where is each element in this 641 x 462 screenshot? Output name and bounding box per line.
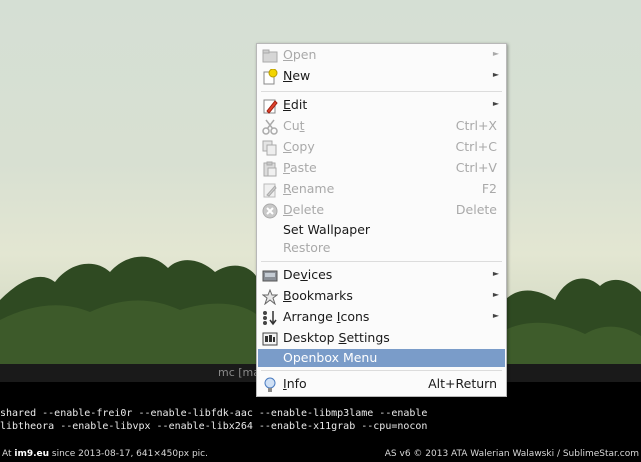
menu-item-label: Info (283, 376, 307, 391)
menu-item-shortcut: Alt+Return (428, 376, 497, 391)
watermark-footer: At im9.eu since 2013-08-17, 641×450px pi… (0, 448, 641, 462)
menu-item-label: Open (283, 47, 317, 62)
menu-item-label: Openbox Menu (283, 350, 378, 365)
scissors-icon (262, 119, 278, 135)
settings-icon (262, 331, 278, 347)
menu-item-label: Delete (283, 202, 325, 217)
menu-item-label: New (283, 68, 311, 83)
menu-item-label: Desktop Settings (283, 330, 390, 345)
menu-item-info[interactable]: Info Alt+Return (258, 374, 505, 395)
menu-item-desktop-settings[interactable]: Desktop Settings (258, 328, 505, 349)
footer-left-text: At im9.eu since 2013-08-17, 641×450px pi… (2, 449, 208, 459)
edit-icon (262, 98, 278, 114)
footer-right-text: AS v6 © 2013 ATA Walerian Walawski / Sub… (384, 449, 639, 459)
menu-item-label: Edit (283, 97, 308, 112)
menu-item-shortcut: Ctrl+C (455, 139, 497, 154)
devices-icon (262, 268, 278, 284)
submenu-arrow-icon: ► (492, 290, 499, 299)
menu-item-label: Set Wallpaper (283, 222, 371, 237)
menu-item-shortcut: Ctrl+V (455, 160, 497, 175)
menu-item-rename[interactable]: Rename F2 (258, 179, 505, 200)
menu-item-openbox-menu[interactable]: Openbox Menu (258, 349, 505, 367)
desktop-context-menu[interactable]: Open ► New ► Edit ► Cut Ctrl+X Copy Ctrl… (256, 43, 507, 397)
menu-item-label: Cut (283, 118, 305, 133)
menu-item-shortcut: Delete (455, 202, 497, 217)
menu-item-label: Restore (283, 240, 331, 255)
menu-item-delete[interactable]: Delete Delete (258, 200, 505, 221)
copy-icon (262, 140, 278, 156)
submenu-arrow-icon: ► (492, 49, 499, 58)
menu-item-new[interactable]: New ► (258, 66, 505, 87)
menu-item-bookmarks[interactable]: Bookmarks ► (258, 286, 505, 307)
menu-item-shortcut: Ctrl+X (455, 118, 497, 133)
menu-item-label: Devices (283, 267, 333, 282)
menu-item-devices[interactable]: Devices ► (258, 265, 505, 286)
menu-item-copy[interactable]: Copy Ctrl+C (258, 137, 505, 158)
submenu-arrow-icon: ► (492, 70, 499, 79)
menu-item-restore[interactable]: Restore (258, 238, 505, 259)
menu-item-paste[interactable]: Paste Ctrl+V (258, 158, 505, 179)
menu-item-label: Paste (283, 160, 317, 175)
footer-site-link[interactable]: im9.eu (14, 449, 49, 459)
menu-item-label: Bookmarks (283, 288, 353, 303)
submenu-arrow-icon: ► (492, 99, 499, 108)
terminal-output-line: libtheora --enable-libvpx --enable-libx2… (0, 421, 428, 432)
folder-open-icon (262, 48, 278, 64)
submenu-arrow-icon: ► (492, 311, 499, 320)
menu-item-edit[interactable]: Edit ► (258, 95, 505, 116)
menu-item-label: Copy (283, 139, 315, 154)
arrange-icons-icon (262, 310, 278, 326)
menu-separator (261, 91, 502, 92)
terminal-title: mc [ma (218, 366, 261, 379)
menu-separator (261, 261, 502, 262)
menu-item-shortcut: F2 (481, 181, 497, 196)
menu-item-label: Rename (283, 181, 335, 196)
rename-icon (262, 182, 278, 198)
new-document-icon (262, 68, 278, 85)
bookmarks-icon (261, 288, 279, 306)
delete-icon (262, 203, 278, 219)
menu-item-open[interactable]: Open ► (258, 45, 505, 66)
info-icon (262, 377, 278, 393)
menu-item-cut[interactable]: Cut Ctrl+X (258, 116, 505, 137)
terminal-output-line: shared --enable-frei0r --enable-libfdk-a… (0, 408, 428, 419)
menu-separator (261, 370, 502, 371)
menu-item-label: Arrange Icons (283, 309, 370, 324)
paste-icon (262, 161, 278, 177)
menu-item-arrange-icons[interactable]: Arrange Icons ► (258, 307, 505, 328)
submenu-arrow-icon: ► (492, 269, 499, 278)
